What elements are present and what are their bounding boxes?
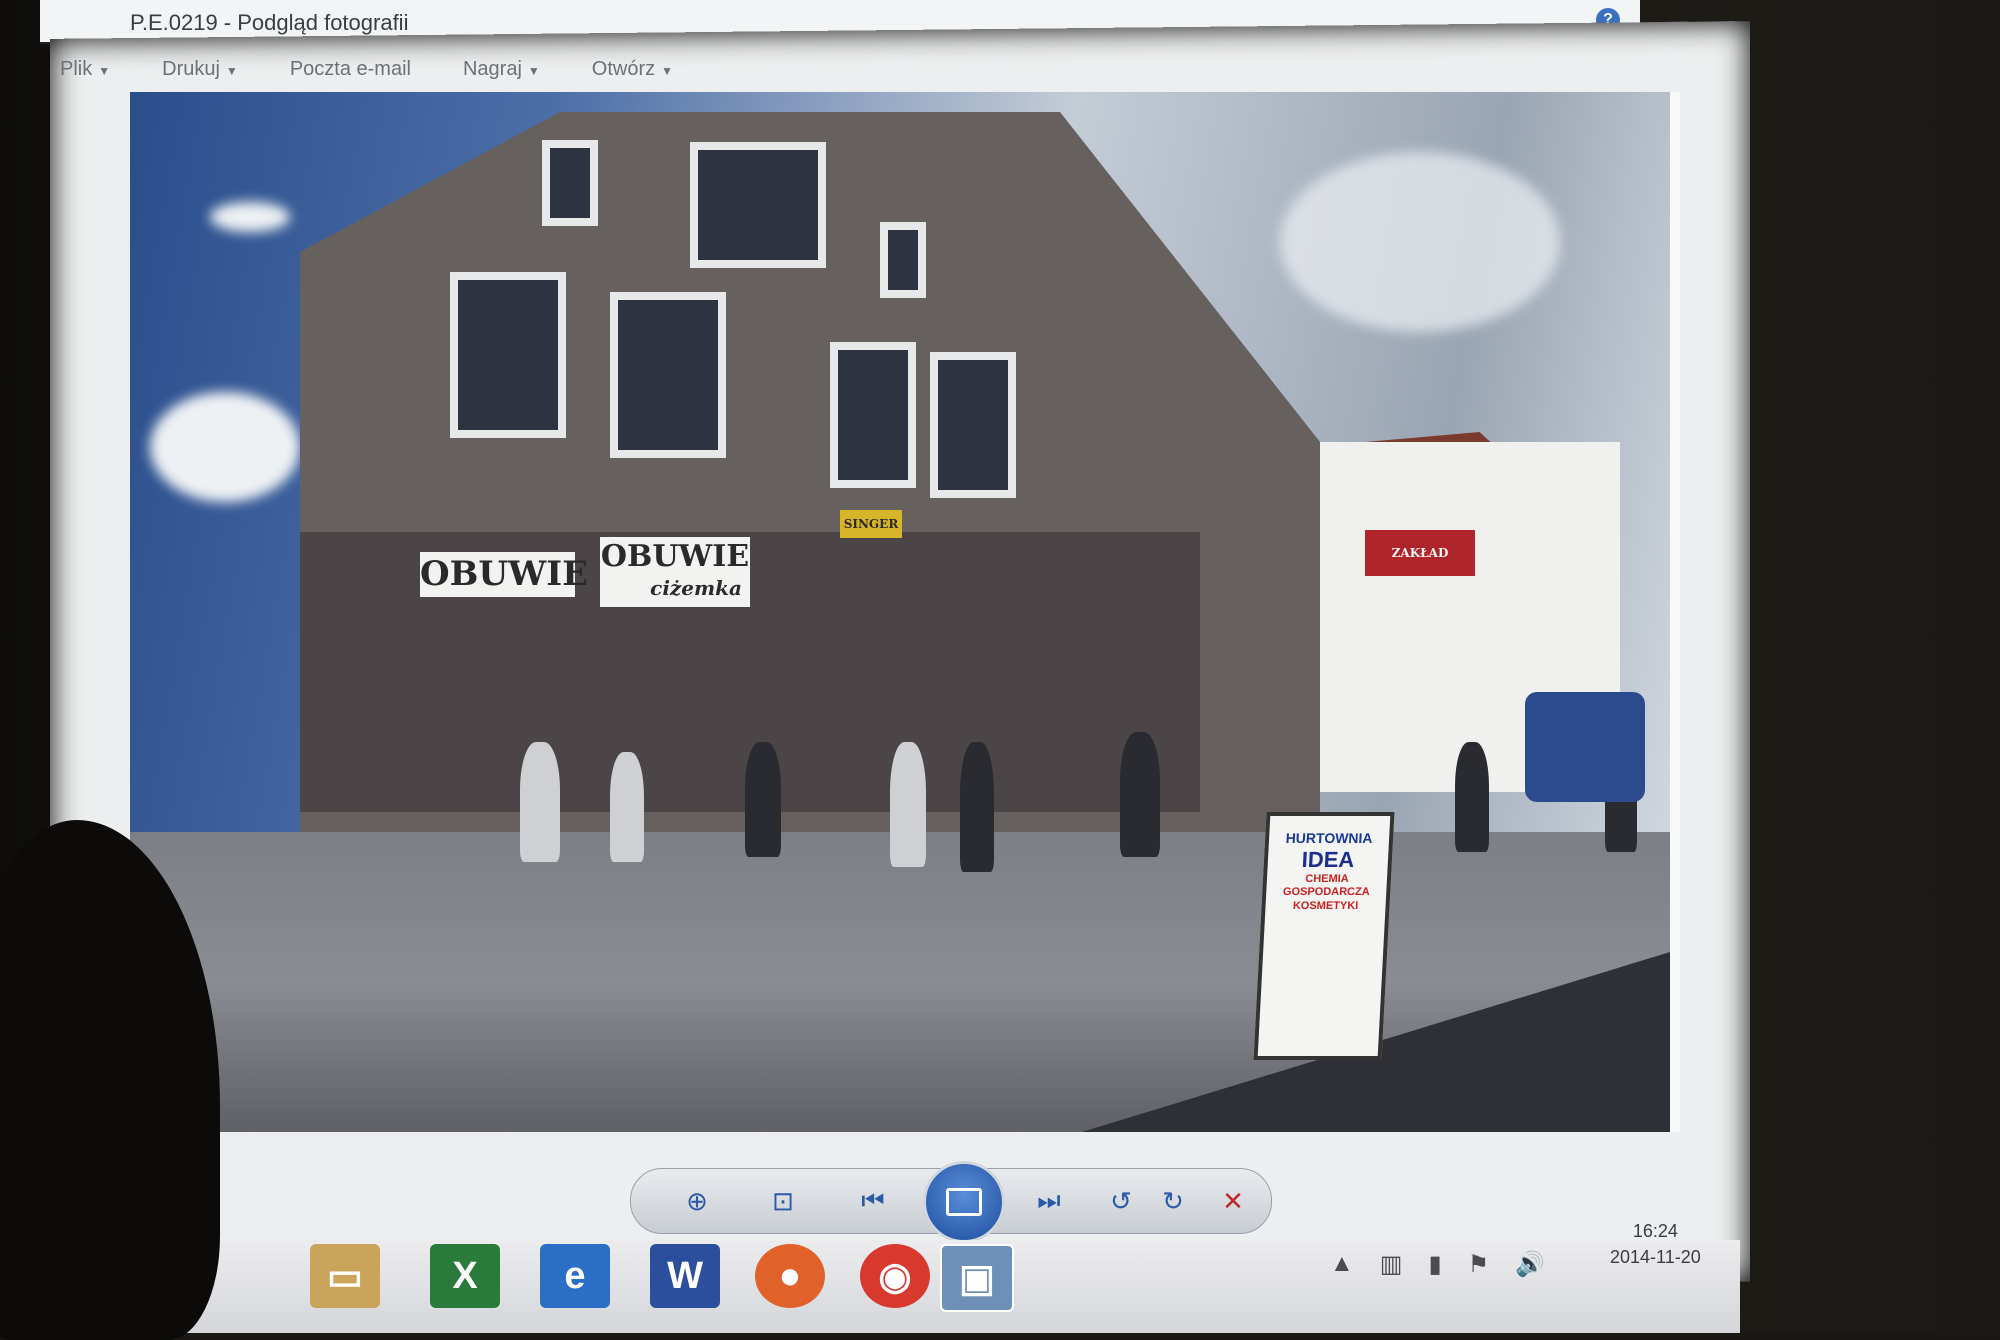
clock-date: 2014-11-20 — [1610, 1247, 1701, 1267]
pedestrian — [960, 742, 994, 872]
signal-icon[interactable]: ▮ — [1428, 1250, 1441, 1279]
menu-print[interactable]: Drukuj ▼ — [162, 58, 238, 81]
slideshow-icon — [946, 1188, 982, 1216]
shop-sign-obuwie-2: OBUWIE ciżemka — [600, 537, 750, 607]
window-title: P.E.0219 - Podgląd fotografii — [130, 10, 409, 35]
rotate-counterclockwise-icon[interactable]: ↺ — [1101, 1181, 1141, 1221]
pedestrian — [1455, 742, 1489, 852]
taskbar-clock[interactable]: 16:24 2014-11-20 — [1610, 1218, 1701, 1270]
awning: ZAKŁAD — [1365, 530, 1475, 576]
firefox-icon[interactable]: ● — [755, 1244, 825, 1308]
word-icon[interactable]: W — [650, 1244, 720, 1308]
chevron-down-icon: ▼ — [661, 63, 674, 78]
cloud — [1280, 152, 1560, 332]
pedestrian — [520, 742, 560, 862]
pedestrian — [745, 742, 781, 857]
sidewalk-sign-board: HURTOWNIA IDEA CHEMIA GOSPODARCZA KOSMET… — [1253, 812, 1395, 1060]
explorer-icon[interactable]: ▭ — [310, 1244, 380, 1308]
window — [930, 352, 1016, 498]
delivery-van — [1525, 692, 1645, 802]
photo-viewer-taskbar-icon[interactable]: ▣ — [940, 1244, 1014, 1312]
rotate-clockwise-icon[interactable]: ↻ — [1153, 1181, 1193, 1221]
window — [880, 222, 926, 298]
cloud — [210, 202, 290, 232]
shop-sign-obuwie-1: OBUWIE — [420, 552, 588, 597]
shop-plate: SINGER — [840, 510, 902, 538]
pedestrian — [610, 752, 644, 862]
fit-to-window-icon[interactable]: ⊡ — [763, 1181, 803, 1221]
window — [450, 272, 566, 438]
volume-icon[interactable]: 🔊 — [1515, 1250, 1545, 1279]
photo-viewer-pane: OBUWIE OBUWIE ciżemka SINGER ZAKŁAD HURT… — [130, 92, 1680, 1132]
shop-sign-title: OBUWIE — [600, 539, 750, 574]
menu-burn[interactable]: Nagraj ▼ — [463, 58, 540, 81]
menu-email[interactable]: Poczta e-mail — [290, 58, 411, 81]
internet-explorer-icon[interactable]: e — [540, 1244, 610, 1308]
chevron-down-icon: ▼ — [527, 63, 540, 78]
board-text: HURTOWNIA IDEA CHEMIA GOSPODARCZA KOSMET… — [1275, 830, 1379, 913]
window — [542, 140, 598, 226]
clock-time: 16:24 — [1632, 1221, 1678, 1241]
pedestrian — [890, 742, 926, 867]
action-center-flag-icon[interactable]: ⚑ — [1468, 1250, 1490, 1279]
excel-icon[interactable]: X — [430, 1244, 500, 1308]
menu-open[interactable]: Otwórz ▼ — [592, 58, 673, 81]
window — [610, 292, 726, 458]
delete-icon[interactable]: ✕ — [1213, 1181, 1253, 1221]
board-line: IDEA — [1301, 846, 1355, 872]
pedestrian — [1120, 732, 1160, 857]
previous-icon[interactable]: ⏮ — [853, 1181, 893, 1221]
chevron-down-icon: ▼ — [225, 63, 238, 78]
window — [690, 142, 826, 268]
menu-file[interactable]: Plik ▼ — [60, 58, 110, 81]
show-hidden-icons-icon[interactable]: ▲ — [1330, 1250, 1354, 1279]
displayed-photo[interactable]: OBUWIE OBUWIE ciżemka SINGER ZAKŁAD HURT… — [130, 92, 1670, 1132]
cloud — [150, 392, 300, 502]
board-line: CHEMIA GOSPODARCZA KOSMETYKI — [1282, 873, 1370, 912]
shop-sign-subtitle: ciżemka — [650, 576, 742, 600]
zoom-icon[interactable]: ⊕ — [677, 1181, 717, 1221]
slideshow-button[interactable] — [923, 1161, 1005, 1243]
viewer-toolbar: ⊕ ⊡ ⏮ ⏭ ↺ ↻ ✕ — [630, 1161, 1272, 1243]
network-device-icon[interactable]: ▥ — [1380, 1250, 1403, 1279]
window — [830, 342, 916, 488]
system-tray: ▲ ▥ ▮ ⚑ 🔊 — [1330, 1250, 1545, 1279]
menu-bar: Plik ▼ Drukuj ▼ Poczta e-mail Nagraj ▼ Otwó… — [60, 52, 1680, 86]
board-line: HURTOWNIA — [1285, 830, 1373, 846]
chrome-icon[interactable]: ◉ — [860, 1244, 930, 1308]
next-icon[interactable]: ⏭ — [1029, 1181, 1069, 1221]
chevron-down-icon: ▼ — [98, 63, 111, 78]
